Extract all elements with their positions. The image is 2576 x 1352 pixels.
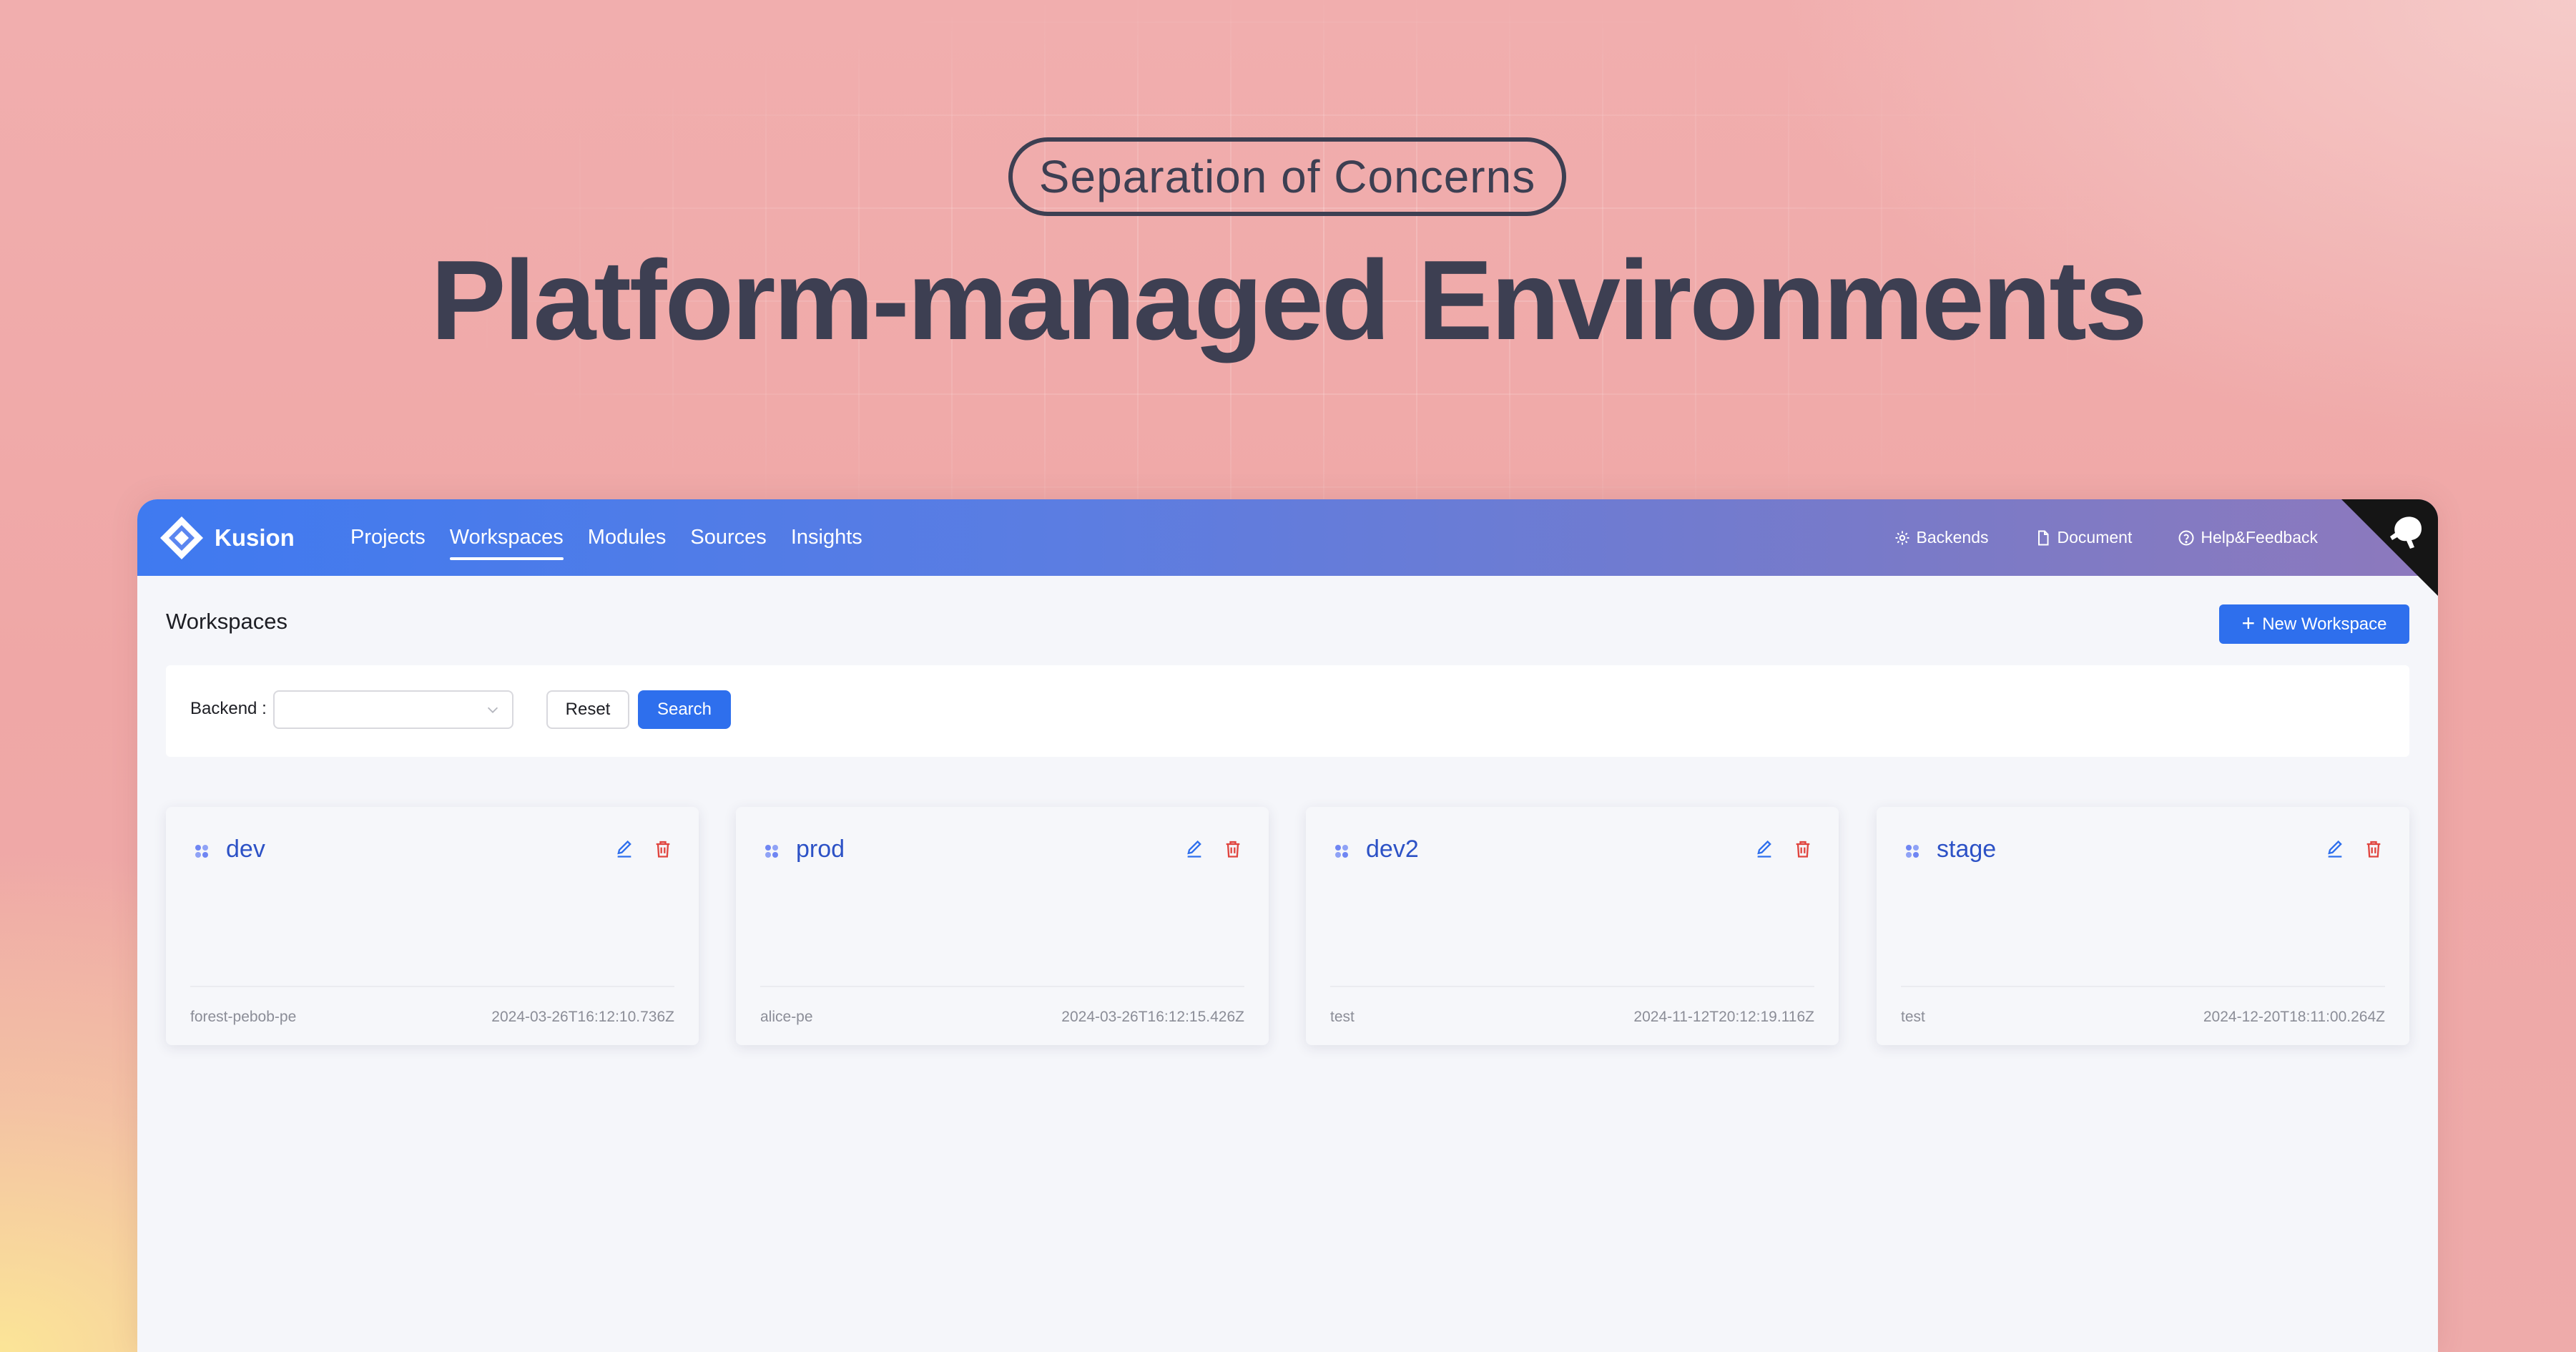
workspace-icon: [1335, 845, 1348, 858]
brand-name: Kusion: [215, 524, 295, 551]
hero-title: Platform-managed Environments: [431, 237, 2148, 363]
brand-logo[interactable]: Kusion: [159, 511, 295, 564]
document-link-label: Document: [2057, 528, 2133, 547]
workspace-icon: [765, 845, 778, 858]
reset-button[interactable]: Reset: [546, 690, 629, 729]
card-divider: [1330, 986, 1814, 987]
card-divider: [1901, 986, 2385, 987]
workspace-card[interactable]: prod alice-pe 2024-03-26T16:12:15.426Z: [736, 807, 1269, 1045]
filter-panel: Backend : Reset Search: [166, 665, 2409, 757]
edit-icon[interactable]: [1184, 839, 1204, 859]
chevron-down-icon: [487, 707, 498, 713]
help-feedback-link-label: Help&Feedback: [2201, 528, 2318, 547]
backend-select[interactable]: [273, 690, 513, 729]
nav-sources[interactable]: Sources: [690, 499, 766, 576]
edit-icon[interactable]: [614, 839, 634, 859]
workspace-name[interactable]: dev: [226, 836, 265, 863]
card-divider: [760, 986, 1244, 987]
trash-icon[interactable]: [2364, 839, 2384, 859]
section-pill: Separation of Concerns: [1008, 137, 1566, 216]
edit-icon[interactable]: [2325, 839, 2345, 859]
nav-modules[interactable]: Modules: [588, 499, 667, 576]
card-divider: [190, 986, 674, 987]
top-navigation-bar: Kusion Projects Workspaces Modules Sourc…: [137, 499, 2438, 596]
workspace-owner: forest-pebob-pe: [190, 1009, 297, 1025]
new-workspace-button-label: New Workspace: [2262, 614, 2387, 634]
nav-insights[interactable]: Insights: [791, 499, 862, 576]
trash-icon[interactable]: [1223, 839, 1243, 859]
workspace-created-time: 2024-03-26T16:12:10.736Z: [491, 1009, 674, 1025]
workspace-name[interactable]: prod: [796, 836, 845, 863]
workspace-card[interactable]: dev forest-pebob-pe 2024-03-26T16:12:10.…: [166, 807, 699, 1045]
github-corner-icon[interactable]: [2341, 499, 2438, 596]
workspace-card[interactable]: dev2 test 2024-11-12T20:12:19.116Z: [1306, 807, 1839, 1045]
search-button[interactable]: Search: [638, 690, 731, 729]
gear-icon: [1895, 531, 1909, 544]
help-icon: [2178, 530, 2194, 545]
workspace-created-time: 2024-11-12T20:12:19.116Z: [1633, 1009, 1814, 1025]
workspace-created-time: 2024-03-26T16:12:15.426Z: [1061, 1009, 1244, 1025]
page-title: Workspaces: [166, 609, 287, 634]
plus-icon: +: [2241, 610, 2256, 636]
nav-workspaces[interactable]: Workspaces: [449, 499, 564, 576]
trash-icon[interactable]: [1793, 839, 1813, 859]
workspace-owner: alice-pe: [760, 1009, 813, 1025]
help-feedback-link[interactable]: Help&Feedback: [2178, 528, 2318, 547]
document-link[interactable]: Document: [2035, 528, 2133, 547]
header-links: Backends Document Help&Feedback: [1848, 499, 2318, 576]
workspace-owner: test: [1330, 1009, 1355, 1025]
app-window: Kusion Projects Workspaces Modules Sourc…: [137, 499, 2438, 1352]
workspace-icon: [1906, 845, 1919, 858]
workspace-icon: [195, 845, 208, 858]
workspace-name[interactable]: dev2: [1366, 836, 1419, 863]
kusion-logo-icon: [160, 516, 203, 559]
backend-filter-label: Backend :: [190, 699, 267, 718]
section-pill-text: Separation of Concerns: [1038, 151, 1536, 202]
trash-icon[interactable]: [653, 839, 673, 859]
workspace-card[interactable]: stage test 2024-12-20T18:11:00.264Z: [1877, 807, 2409, 1045]
new-workspace-button[interactable]: + New Workspace: [2219, 604, 2409, 644]
document-icon: [2037, 530, 2049, 545]
main-nav: Projects Workspaces Modules Sources Insi…: [350, 499, 887, 576]
nav-projects[interactable]: Projects: [350, 499, 426, 576]
workspace-owner: test: [1901, 1009, 1925, 1025]
backends-link-label: Backends: [1916, 528, 1989, 547]
workspace-name[interactable]: stage: [1937, 836, 1996, 863]
edit-icon[interactable]: [1754, 839, 1774, 859]
backends-link[interactable]: Backends: [1894, 528, 1989, 547]
workspace-created-time: 2024-12-20T18:11:00.264Z: [2203, 1009, 2385, 1025]
